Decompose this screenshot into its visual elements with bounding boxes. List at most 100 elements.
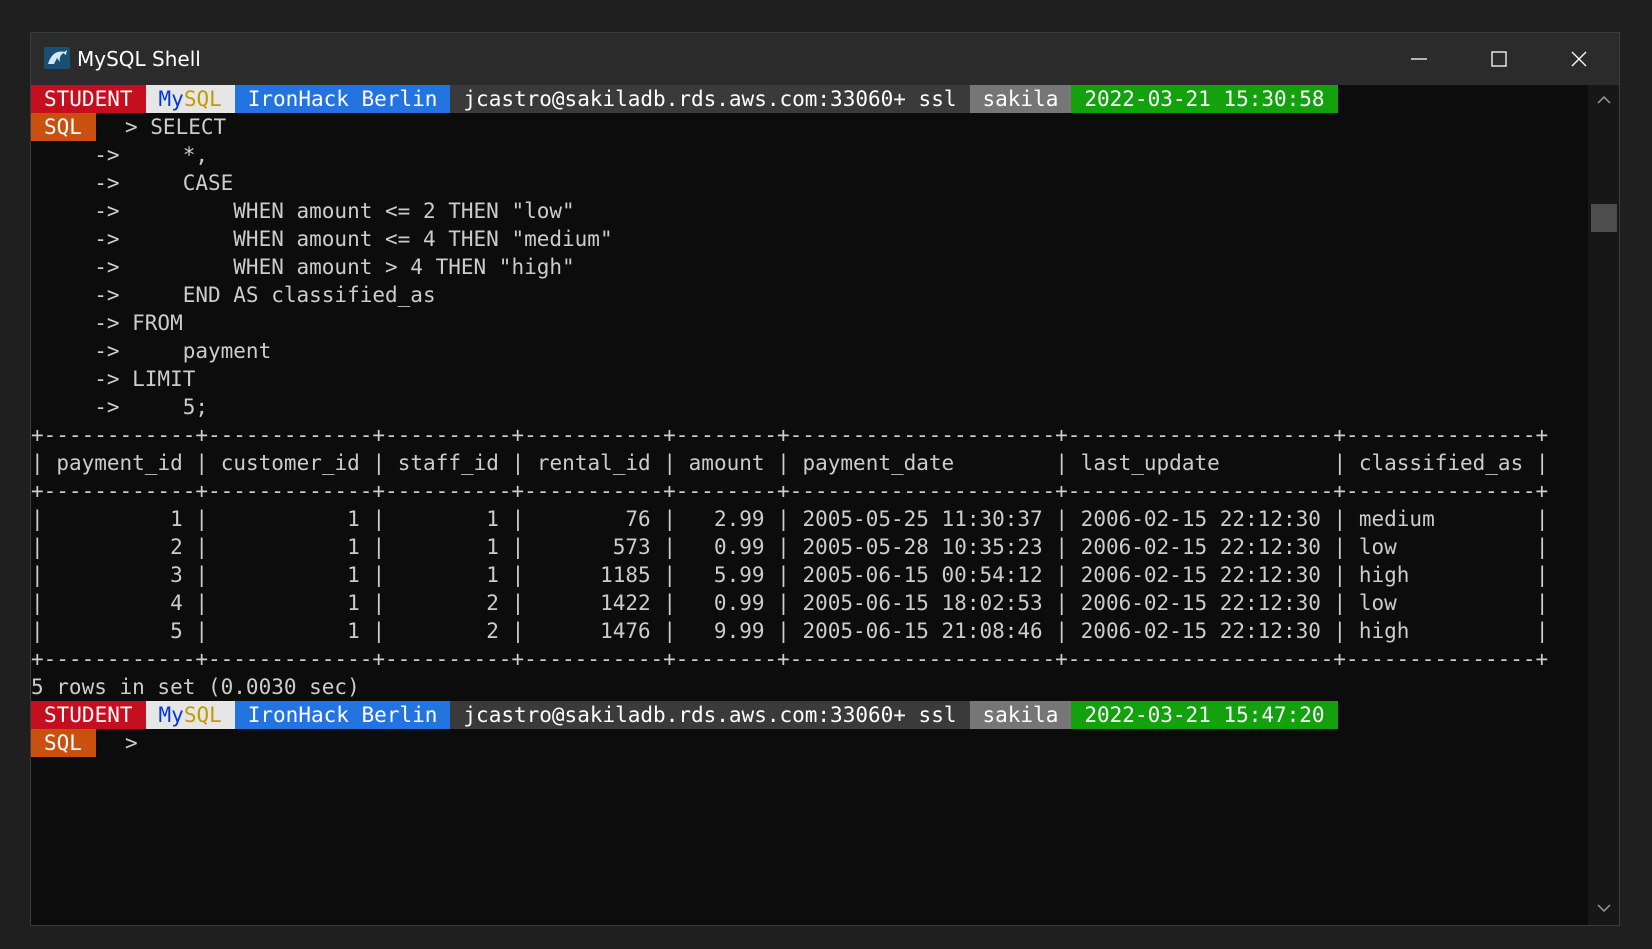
table-cell: 2005-05-25 11:30:37 xyxy=(802,507,1043,531)
table-cell: 2005-05-28 10:35:23 xyxy=(802,535,1043,559)
table-cell: low xyxy=(1358,591,1397,615)
query-line: -> payment xyxy=(31,337,1588,365)
prompt-bar: STUDENT MySQL IronHack Berlin jcastro@sakil… xyxy=(31,701,1588,729)
query-line-text: -> payment xyxy=(94,339,272,363)
table-cell: 2005-06-15 18:02:53 xyxy=(802,591,1043,615)
query-line: -> END AS classified_as xyxy=(31,281,1588,309)
table-row: | 2 | 1 | 1 | 573 | 0.99 | 2005-05-28 10… xyxy=(31,535,1549,559)
table-border: +------------+-------------+----------+-… xyxy=(31,647,1549,671)
table-cell: 1422 xyxy=(600,591,651,615)
query-line-text: -> WHEN amount <= 4 THEN "medium" xyxy=(94,227,613,251)
mysql-dolphin-icon xyxy=(43,44,71,72)
table-cell: 0.99 xyxy=(713,591,765,615)
query-line: -> WHEN amount <= 4 THEN "medium" xyxy=(31,225,1588,253)
column-header: amount xyxy=(688,451,765,475)
table-cell: 1 xyxy=(486,507,499,531)
table-cell: 2005-06-15 00:54:12 xyxy=(802,563,1043,587)
table-cell: low xyxy=(1358,535,1397,559)
query-line: -> FROM xyxy=(31,309,1588,337)
query-continuation: -> *, -> CASE -> WHEN amount <= 2 THEN "… xyxy=(31,141,1588,421)
table-cell: high xyxy=(1358,619,1410,643)
title-bar[interactable]: MySQL Shell xyxy=(31,33,1619,85)
column-header: rental_id xyxy=(536,451,651,475)
table-cell: 1 xyxy=(486,535,499,559)
query-line: -> WHEN amount > 4 THEN "high" xyxy=(31,253,1588,281)
table-row: | 5 | 1 | 2 | 1476 | 9.99 | 2005-06-15 2… xyxy=(31,619,1549,643)
table-cell: high xyxy=(1358,563,1410,587)
connection-segment: IronHack Berlin xyxy=(234,701,451,729)
schema-segment: sakila xyxy=(969,85,1072,113)
table-cell: 1 xyxy=(347,507,360,531)
table-header: | payment_id | customer_id | staff_id | … xyxy=(31,451,1549,475)
engine-segment: MySQL xyxy=(145,85,235,113)
table-cell: 5.99 xyxy=(713,563,765,587)
table-border: +------------+-------------+----------+-… xyxy=(31,423,1549,447)
query-line: SQL > SELECT xyxy=(31,113,1588,141)
query-line-text: -> WHEN amount <= 2 THEN "low" xyxy=(94,199,575,223)
table-cell: 9.99 xyxy=(713,619,765,643)
table-cell: 2006-02-15 22:12:30 xyxy=(1080,507,1321,531)
table-cell: 0.99 xyxy=(713,535,765,559)
close-icon xyxy=(1571,51,1587,67)
query-line-text: -> FROM xyxy=(94,311,183,335)
query-line: -> CASE xyxy=(31,169,1588,197)
table-cell: 2 xyxy=(170,535,183,559)
table-cell: 3 xyxy=(170,563,183,587)
query-line: -> WHEN amount <= 2 THEN "low" xyxy=(31,197,1588,225)
table-cell: 2006-02-15 22:12:30 xyxy=(1080,591,1321,615)
result-table: +------------+-------------+----------+-… xyxy=(31,421,1588,673)
result-summary: 5 rows in set (0.0030 sec) xyxy=(31,675,360,699)
mysql-shell-window: MySQL Shell STUDENT MySQL IronHack Berlin j… xyxy=(30,32,1620,926)
user-segment: STUDENT xyxy=(31,701,146,729)
query-line: -> LIMIT xyxy=(31,365,1588,393)
host-segment: jcastro@sakiladb.rds.aws.com:33060+ ssl xyxy=(450,701,970,729)
table-cell: 1 xyxy=(170,507,183,531)
close-button[interactable] xyxy=(1539,33,1619,85)
prompt-symbol: > xyxy=(125,731,138,755)
table-cell: 2.99 xyxy=(713,507,765,531)
column-header: classified_as xyxy=(1358,451,1524,475)
mode-segment: SQL xyxy=(31,729,96,757)
vertical-scrollbar[interactable] xyxy=(1588,85,1619,925)
table-cell: 76 xyxy=(625,507,651,531)
connection-segment: IronHack Berlin xyxy=(234,85,451,113)
host-segment: jcastro@sakiladb.rds.aws.com:33060+ ssl xyxy=(450,85,970,113)
table-cell: medium xyxy=(1358,507,1435,531)
table-cell: 2 xyxy=(486,591,499,615)
query-line-text: -> CASE xyxy=(94,171,234,195)
table-row: | 3 | 1 | 1 | 1185 | 5.99 | 2005-06-15 0… xyxy=(31,563,1549,587)
table-cell: 1 xyxy=(347,535,360,559)
query-line-text: > SELECT xyxy=(125,115,227,139)
timestamp-segment: 2022-03-21 15:30:58 xyxy=(1071,85,1338,113)
query-line-text: -> *, xyxy=(94,143,209,167)
engine-segment: MySQL xyxy=(145,701,235,729)
column-header: payment_date xyxy=(802,451,955,475)
table-row: | 4 | 1 | 2 | 1422 | 0.99 | 2005-06-15 1… xyxy=(31,591,1549,615)
input-line[interactable]: SQL > xyxy=(31,729,1588,757)
table-cell: 573 xyxy=(612,535,651,559)
scrollbar-thumb[interactable] xyxy=(1591,204,1617,232)
timestamp-segment: 2022-03-21 15:47:20 xyxy=(1071,701,1338,729)
schema-segment: sakila xyxy=(969,701,1072,729)
table-cell: 1476 xyxy=(600,619,651,643)
column-header: payment_id xyxy=(56,451,183,475)
table-cell: 2 xyxy=(486,619,499,643)
column-header: staff_id xyxy=(397,451,499,475)
query-line: -> *, xyxy=(31,141,1588,169)
table-cell: 4 xyxy=(170,591,183,615)
maximize-button[interactable] xyxy=(1459,33,1539,85)
terminal-output[interactable]: STUDENT MySQL IronHack Berlin jcastro@sakil… xyxy=(31,85,1588,925)
query-line-text: -> WHEN amount > 4 THEN "high" xyxy=(94,255,575,279)
column-header: customer_id xyxy=(220,451,360,475)
scroll-down-icon xyxy=(1597,904,1611,913)
table-cell: 5 xyxy=(170,619,183,643)
window-title: MySQL Shell xyxy=(77,47,201,71)
table-cell: 1 xyxy=(347,563,360,587)
maximize-icon xyxy=(1491,51,1507,67)
user-segment: STUDENT xyxy=(31,85,146,113)
minimize-button[interactable] xyxy=(1379,33,1459,85)
table-cell: 1 xyxy=(347,619,360,643)
prompt-bar: STUDENT MySQL IronHack Berlin jcastro@sakil… xyxy=(31,85,1588,113)
query-line-text: -> LIMIT xyxy=(94,367,196,391)
query-line-text: -> 5; xyxy=(94,395,209,419)
